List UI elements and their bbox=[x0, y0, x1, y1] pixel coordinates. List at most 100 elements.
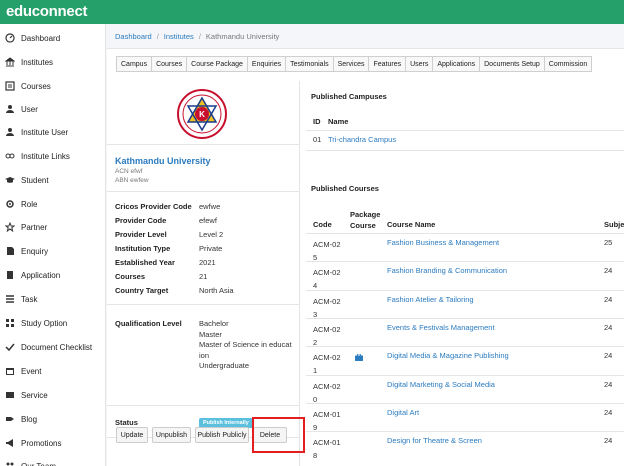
breadcrumb-dashboard[interactable]: Dashboard bbox=[115, 32, 152, 41]
detail-value: 2021 bbox=[199, 258, 216, 267]
sidebar-item-task[interactable]: Task bbox=[0, 289, 106, 309]
detail-row: Cricos Provider Code ewfwe bbox=[115, 202, 220, 211]
sidebar: Dashboard Institutes Courses User Institute … bbox=[0, 24, 106, 466]
table-row bbox=[306, 402, 624, 404]
partner-icon bbox=[5, 222, 15, 232]
course-code: ACM-020 bbox=[313, 381, 341, 404]
sidebar-item-institute-links[interactable]: Institute Links bbox=[0, 146, 106, 166]
course-name-link[interactable]: Digital Marketing & Social Media bbox=[387, 380, 495, 389]
sidebar-item-application[interactable]: Application bbox=[0, 265, 106, 285]
tab-applications[interactable]: Applications bbox=[432, 56, 480, 72]
sidebar-item-student[interactable]: Student bbox=[0, 170, 106, 190]
tab-users[interactable]: Users bbox=[405, 56, 433, 72]
tab-testimonials[interactable]: Testimonials bbox=[285, 56, 333, 72]
institute-user-icon bbox=[5, 127, 15, 137]
course-code: ACM-025 bbox=[313, 240, 341, 262]
service-icon bbox=[5, 390, 15, 400]
course-code: ACM-022 bbox=[313, 324, 341, 347]
detail-label: Country Target bbox=[115, 286, 169, 295]
breadcrumb-institutes[interactable]: Institutes bbox=[164, 32, 194, 41]
breadcrumb-current: Kathmandu University bbox=[205, 32, 280, 41]
campus-header-id: ID bbox=[313, 117, 321, 126]
sidebar-item-dashboard[interactable]: Dashboard bbox=[0, 28, 106, 48]
institute-name[interactable]: Kathmandu University bbox=[115, 156, 211, 166]
campus-id: 01 bbox=[313, 135, 322, 144]
app-logo[interactable]: educonnect bbox=[6, 3, 87, 20]
tab-services[interactable]: Services bbox=[332, 56, 369, 72]
sidebar-item-label: Blog bbox=[21, 414, 38, 424]
tab-commission[interactable]: Commission bbox=[543, 56, 593, 72]
course-name-link[interactable]: Events & Festivals Management bbox=[387, 323, 495, 332]
tab-features[interactable]: Features bbox=[368, 56, 406, 72]
course-subjects: 25 bbox=[604, 238, 613, 247]
links-icon bbox=[5, 151, 15, 161]
sidebar-item-service[interactable]: Service bbox=[0, 385, 106, 405]
sidebar-item-enquiry[interactable]: Enquiry bbox=[0, 241, 106, 261]
sidebar-item-partner[interactable]: Partner bbox=[0, 217, 106, 237]
courses-icon bbox=[5, 81, 15, 91]
document-checklist-icon bbox=[5, 342, 15, 352]
divider bbox=[107, 405, 300, 406]
svg-text:K: K bbox=[199, 110, 205, 119]
course-code: ACM-019 bbox=[313, 409, 341, 432]
user-icon bbox=[5, 104, 15, 114]
course-subjects: 24 bbox=[604, 379, 613, 389]
institute-logo: K bbox=[177, 89, 227, 139]
tab-enquiries[interactable]: Enquiries bbox=[246, 56, 286, 72]
table-row bbox=[306, 233, 624, 234]
course-name-link[interactable]: Design for Theatre & Screen bbox=[387, 436, 482, 445]
main-area: Dashboard / Institutes / Kathmandu Universit… bbox=[107, 24, 624, 466]
detail-row: Institution Type Private bbox=[115, 244, 222, 253]
sidebar-item-courses[interactable]: Courses bbox=[0, 76, 106, 96]
table-row-divider bbox=[306, 150, 624, 151]
publish-publicly-button[interactable]: Publish Publicly bbox=[195, 427, 249, 443]
tab-course-package[interactable]: Course Package bbox=[186, 56, 247, 72]
course-subjects: 24 bbox=[604, 322, 613, 332]
sidebar-item-blog[interactable]: Blog bbox=[0, 409, 106, 429]
sidebar-item-our-team[interactable]: Our Team bbox=[0, 456, 106, 466]
detail-value: Level 2 bbox=[199, 230, 224, 239]
divider bbox=[107, 304, 300, 305]
table-row bbox=[306, 317, 624, 319]
sidebar-item-study-option[interactable]: Study Option bbox=[0, 313, 106, 333]
breadcrumb: Dashboard / Institutes / Kathmandu Universit… bbox=[115, 32, 280, 41]
sidebar-item-label: Courses bbox=[21, 81, 51, 91]
tab-campus[interactable]: Campus bbox=[116, 56, 152, 72]
top-bar: educonnect bbox=[0, 0, 624, 24]
sidebar-item-institute-user[interactable]: Institute User bbox=[0, 122, 106, 142]
detail-value: 21 bbox=[199, 272, 208, 281]
sidebar-item-user[interactable]: User bbox=[0, 99, 106, 119]
sidebar-item-role[interactable]: Role bbox=[0, 194, 106, 214]
sidebar-item-event[interactable]: Event bbox=[0, 361, 106, 381]
qualification-value: Master of Science in educat bbox=[199, 340, 292, 349]
course-name-link[interactable]: Fashion Branding & Communication bbox=[387, 266, 507, 275]
sidebar-item-promotions[interactable]: Promotions bbox=[0, 433, 106, 453]
delete-highlight-box bbox=[252, 417, 305, 453]
unpublish-button[interactable]: Unpublish bbox=[152, 427, 191, 443]
divider bbox=[107, 144, 300, 145]
course-name-link[interactable]: Fashion Business & Management bbox=[387, 238, 499, 247]
package-icon bbox=[355, 353, 363, 363]
detail-row: Provider Level Level 2 bbox=[115, 230, 223, 239]
sidebar-item-institutes[interactable]: Institutes bbox=[0, 52, 106, 72]
course-subjects: 24 bbox=[604, 351, 613, 361]
divider bbox=[107, 191, 300, 192]
tab-courses[interactable]: Courses bbox=[151, 56, 187, 72]
course-name-link[interactable]: Digital Media & Magazine Publishing bbox=[387, 351, 509, 360]
detail-label: Provider Level bbox=[115, 230, 167, 239]
institute-abn: ABN ewfew bbox=[115, 177, 149, 184]
course-name-link[interactable]: Digital Art bbox=[387, 408, 419, 417]
status-row: Status bbox=[115, 418, 199, 427]
tab-documents-setup[interactable]: Documents Setup bbox=[479, 56, 544, 72]
sidebar-item-label: Institutes bbox=[21, 57, 54, 67]
task-icon bbox=[5, 294, 15, 304]
detail-label: Institution Type bbox=[115, 244, 171, 253]
detail-label: Established Year bbox=[115, 258, 175, 267]
update-button[interactable]: Update bbox=[116, 427, 148, 443]
campus-name-link[interactable]: Tri-chandra Campus bbox=[328, 135, 396, 144]
sidebar-item-document-checklist[interactable]: Document Checklist bbox=[0, 337, 106, 357]
table-row bbox=[306, 374, 624, 376]
course-subjects: 24 bbox=[604, 266, 613, 276]
detail-value: North Asia bbox=[199, 286, 234, 295]
course-name-link[interactable]: Fashion Atelier & Tailoring bbox=[387, 295, 474, 304]
